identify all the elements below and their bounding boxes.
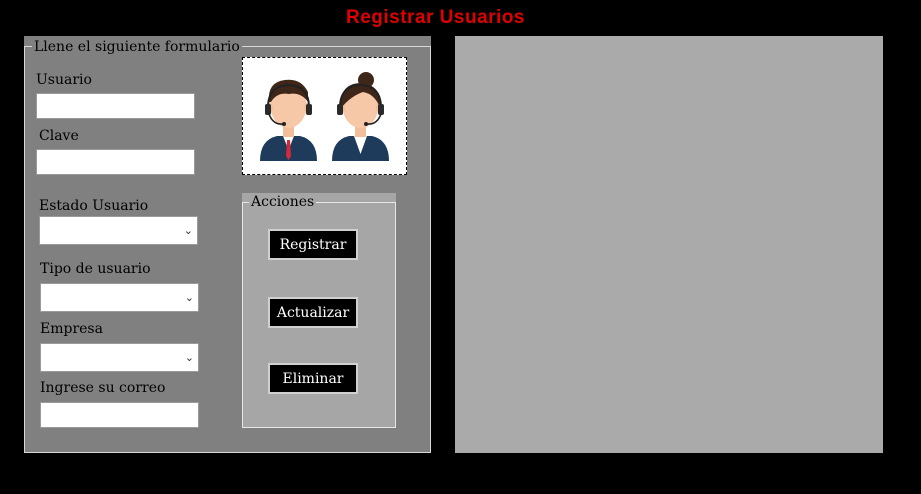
user-picture-box (242, 57, 407, 175)
clave-input[interactable] (36, 149, 195, 175)
usuario-label: Usuario (36, 72, 92, 88)
register-button[interactable]: Registrar (268, 229, 358, 260)
update-button[interactable]: Actualizar (268, 297, 358, 328)
users-grid-panel[interactable] (455, 36, 883, 453)
correo-label: Ingrese su correo (40, 380, 166, 396)
actions-legend: Acciones (249, 193, 317, 211)
actions-groupbox: Acciones Registrar Actualizar Eliminar (242, 193, 396, 428)
empresa-select[interactable]: ⌄ (40, 343, 199, 372)
form-legend: Llene el siguiente formulario (32, 38, 242, 56)
estado-usuario-label: Estado Usuario (39, 198, 149, 214)
tipo-usuario-label: Tipo de usuario (40, 261, 151, 277)
chevron-down-icon[interactable]: ⌄ (185, 291, 194, 304)
delete-button[interactable]: Eliminar (268, 363, 358, 394)
tipo-usuario-select[interactable]: ⌄ (40, 283, 199, 312)
chevron-down-icon[interactable]: ⌄ (184, 224, 193, 237)
clave-label: Clave (39, 128, 79, 144)
correo-input[interactable] (40, 402, 199, 428)
estado-usuario-select[interactable]: ⌄ (39, 216, 198, 245)
chevron-down-icon[interactable]: ⌄ (185, 351, 194, 364)
window-title: Registrar Usuarios (345, 7, 525, 28)
empresa-label: Empresa (40, 321, 103, 337)
usuario-input[interactable] (36, 93, 195, 119)
form-groupbox: Llene el siguiente formulario Usuario Cl… (24, 36, 431, 453)
call-center-agents-icon (260, 72, 389, 161)
